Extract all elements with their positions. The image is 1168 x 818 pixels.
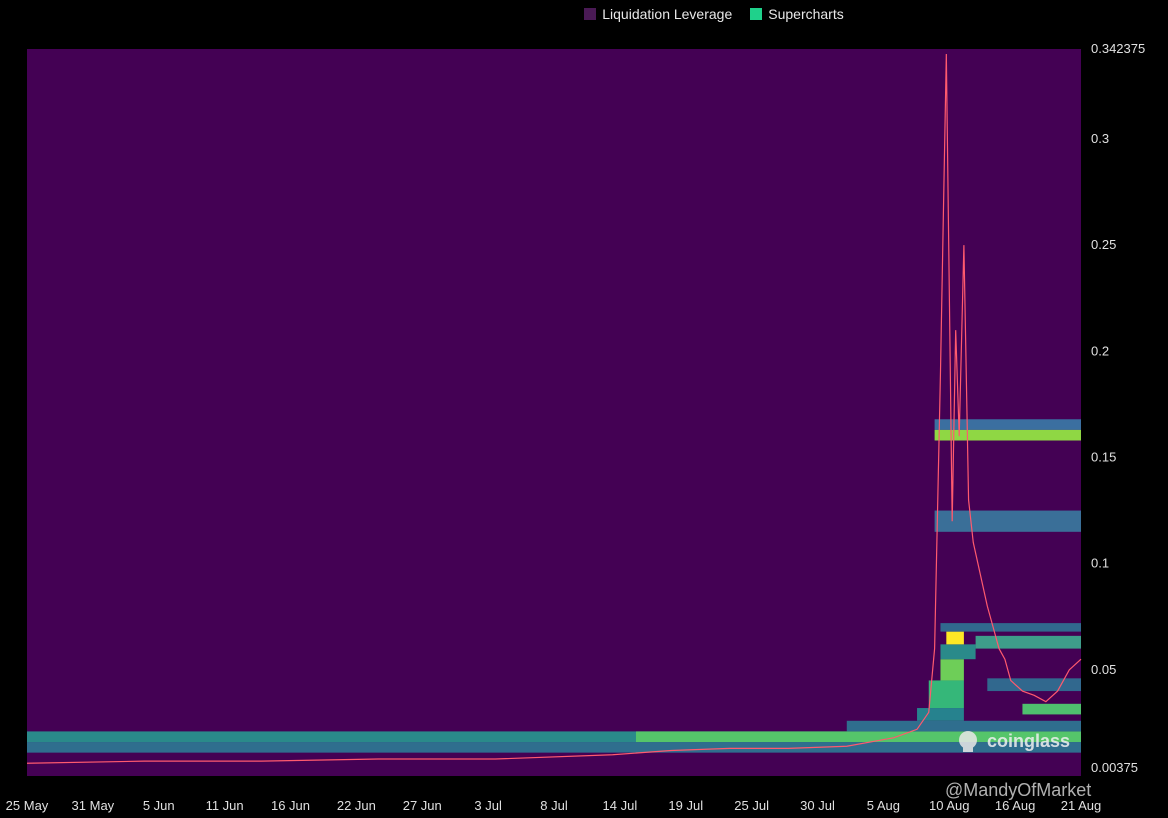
heatmap-chart: 0.342375 0.3 0.25 0.2 0.15 0.1 0.05 0.00375 25 …: [6, 41, 1146, 813]
x-tick-label: 14 Jul: [603, 798, 638, 813]
author-handle: @MandyOfMarket: [945, 780, 1092, 800]
heat-band: [940, 644, 976, 660]
heat-band: [975, 635, 1081, 649]
coinglass-watermark: coinglass: [955, 728, 1070, 754]
y-tick-label: 0.342375: [1091, 41, 1145, 56]
heat-band: [987, 678, 1081, 692]
heat-band: [946, 631, 964, 645]
x-tick-label: 5 Jun: [143, 798, 175, 813]
heat-band: [940, 623, 1081, 632]
heat-band: [940, 659, 964, 681]
y-tick-label: 0.05: [1091, 662, 1116, 677]
y-tick-label: 0.15: [1091, 449, 1116, 464]
plot-background: [27, 49, 1081, 776]
x-tick-label: 30 Jul: [800, 798, 835, 813]
heat-band: [934, 419, 1081, 430]
y-tick-label: 0.3: [1091, 131, 1109, 146]
x-tick-label: 22 Jun: [337, 798, 376, 813]
x-tick-label: 11 Jun: [206, 798, 244, 813]
y-tick-label: 0.1: [1091, 556, 1109, 571]
y-tick-label: 0.00375: [1091, 760, 1138, 775]
x-tick-label: 16 Jun: [271, 798, 310, 813]
x-tick-label: 8 Jul: [540, 798, 568, 813]
x-tick-label: 3 Jul: [474, 798, 502, 813]
coinglass-logo-icon: [959, 731, 977, 752]
y-tick-label: 0.25: [1091, 237, 1116, 252]
x-tick-label: 25 Jul: [734, 798, 769, 813]
x-tick-label: 31 May: [72, 798, 115, 813]
x-axis-ticks: 25 May 31 May 5 Jun 11 Jun 16 Jun 22 Jun 27 Ju…: [6, 798, 1102, 813]
heat-band: [27, 742, 1081, 753]
heat-band: [934, 429, 1081, 441]
heat-band: [934, 510, 1081, 532]
y-axis-ticks: 0.342375 0.3 0.25 0.2 0.15 0.1 0.05 0.00375: [1091, 41, 1145, 775]
x-tick-label: 19 Jul: [668, 798, 703, 813]
watermark-text: coinglass: [987, 730, 1071, 751]
heat-band: [1022, 703, 1081, 715]
x-tick-label: 5 Aug: [867, 798, 900, 813]
x-tick-label: 27 Jun: [403, 798, 442, 813]
y-tick-label: 0.2: [1091, 343, 1109, 358]
heat-band: [928, 680, 964, 709]
x-tick-label: 25 May: [6, 798, 49, 813]
